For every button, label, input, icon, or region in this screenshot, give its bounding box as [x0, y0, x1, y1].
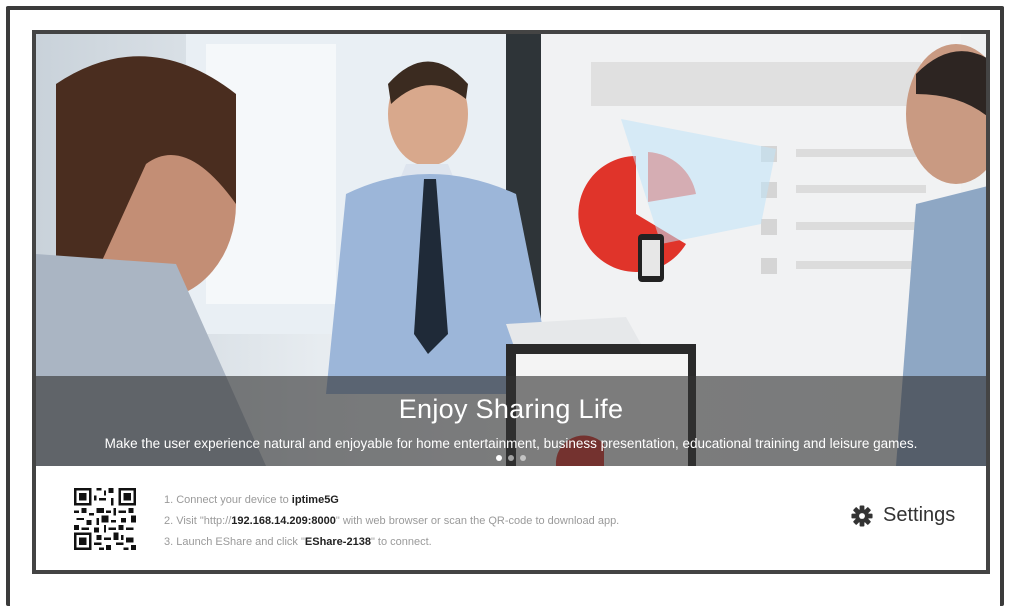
settings-label: Settings — [883, 504, 956, 526]
gear-icon — [851, 504, 873, 527]
network-name: iptime5G — [291, 494, 339, 506]
carousel-dot-2[interactable] — [508, 455, 514, 461]
step-visit-url: 2. Visit "http://192.168.14.209:8000" wi… — [164, 515, 620, 527]
hero-subtitle: Make the user experience natural and enj… — [104, 436, 918, 451]
qr-code-icon — [74, 488, 136, 550]
connection-steps: 1. Connect your device to iptime5G 2. Vi… — [164, 490, 619, 553]
step-launch-app: 3. Launch EShare and click "EShare-2138"… — [164, 536, 432, 548]
device-name: EShare-2138 — [304, 536, 371, 548]
carousel-dot-1[interactable] — [496, 455, 502, 461]
step-connect-network: 1. Connect your device to iptime5G — [164, 494, 339, 506]
server-address: 192.168.14.209:8000 — [231, 515, 336, 527]
carousel-dot-3[interactable] — [520, 455, 526, 461]
hero-title: Enjoy Sharing Life — [398, 394, 624, 424]
screen: Enjoy Sharing Life Make the user experie… — [32, 30, 990, 574]
settings-button[interactable]: Settings — [851, 504, 955, 527]
hero-banner: Enjoy Sharing Life Make the user experie… — [36, 34, 986, 466]
carousel-dots — [36, 455, 986, 461]
connection-info-bar: 1. Connect your device to iptime5G 2. Vi… — [36, 466, 986, 570]
